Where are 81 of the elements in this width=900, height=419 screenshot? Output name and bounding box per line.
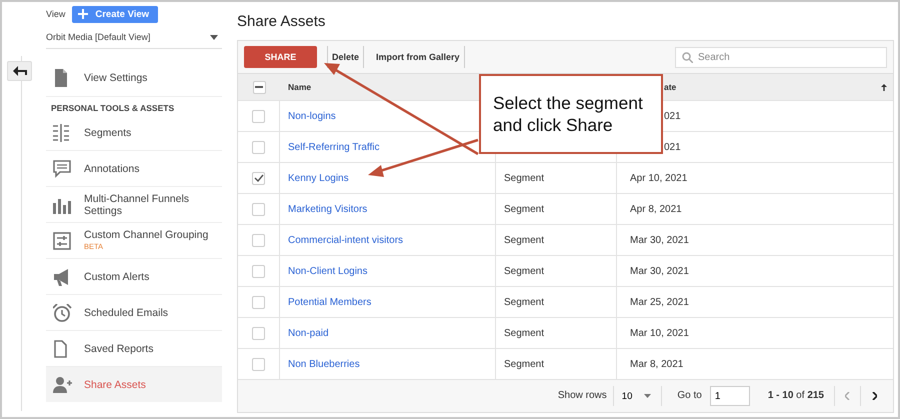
column-header[interactable]: ate [664, 82, 676, 92]
dropdown-arrow-icon [210, 34, 218, 40]
table-cell: Apr 8, 2021 [630, 204, 682, 214]
rows-dropdown[interactable]: 10 [614, 386, 662, 406]
table-cell: Apr 10, 2021 [630, 172, 688, 184]
segment-link[interactable]: Commercial-intent visitors [288, 234, 404, 246]
segment-link[interactable]: Non-Client Logins [288, 266, 368, 276]
checkbox[interactable] [252, 234, 265, 246]
back-arrow-icon [12, 66, 26, 76]
view-label: View [46, 9, 66, 19]
view-selector[interactable]: Orbit Media [Default View] [46, 26, 222, 49]
toolbar-button[interactable]: Import from Gallery [372, 46, 465, 68]
item-label: Custom Channel Grouping [84, 228, 208, 240]
chevron-left-icon [845, 392, 850, 400]
sidebar-item[interactable]: Custom Alerts [46, 259, 222, 295]
table-cell: 021 [664, 110, 681, 122]
segment-link[interactable]: Non Blueberries [288, 358, 360, 370]
checkbox[interactable] [252, 358, 265, 370]
page-title: Share Assets [237, 12, 326, 32]
item-label: View Settings [84, 72, 148, 84]
table-cell: Mar 30, 2021 [630, 266, 689, 276]
speech-bubble-icon [53, 160, 72, 178]
chevron-right-icon [872, 392, 876, 400]
alarm-clock-icon [53, 304, 72, 322]
segment-link[interactable]: Non-paid [288, 328, 329, 338]
section-heading: PERSONAL TOOLS & ASSETS [50, 102, 176, 115]
table-cell: Segment [504, 172, 544, 184]
item-label: Annotations [84, 162, 140, 174]
table-cell: 021 [664, 142, 681, 152]
search-field[interactable]: Search [675, 46, 887, 68]
plus-icon [78, 9, 88, 19]
checkbox[interactable] [252, 80, 266, 94]
dropdown-arrow-icon [644, 394, 652, 398]
sidebar-item[interactable]: Share Assets [46, 367, 222, 402]
page-input[interactable]: 1 [710, 386, 750, 406]
callout-text: Select the segment and click Share [493, 92, 644, 136]
item-label: Custom Alerts [84, 270, 150, 282]
column-header[interactable]: Name [288, 82, 312, 92]
checkbox[interactable] [252, 264, 265, 278]
table-cell: Segment [504, 234, 544, 246]
table-cell: Mar 8, 2021 [630, 358, 684, 370]
check-icon [254, 174, 264, 182]
table-cell: Segment [504, 266, 544, 276]
item-label: Multi-Channel Funnels Settings [84, 192, 190, 216]
table-cell: Mar 30, 2021 [630, 234, 689, 246]
segment-link[interactable]: Marketing Visitors [288, 204, 368, 214]
table-cell: Mar 10, 2021 [630, 328, 689, 338]
sidebar-item[interactable]: Annotations [46, 151, 222, 187]
show-rows-label: Show rows [558, 386, 614, 406]
checkbox[interactable] [252, 110, 265, 122]
page-range: 1 - 10 of 215 [750, 386, 835, 406]
add-person-icon [53, 376, 72, 394]
table-cell: Segment [504, 296, 544, 308]
item-label: Scheduled Emails [84, 306, 168, 318]
share-button[interactable]: SHARE [244, 46, 317, 68]
search-icon [682, 52, 693, 62]
sliders-icon [53, 232, 72, 250]
checkbox[interactable] [252, 326, 265, 340]
sidebar-item[interactable]: Segments [46, 115, 222, 151]
item-label: Share Assets [84, 378, 146, 390]
table-cell: Segment [504, 328, 544, 338]
checkbox[interactable] [252, 296, 265, 308]
minus-icon [255, 86, 263, 88]
checkbox[interactable] [252, 202, 265, 216]
segment-link[interactable]: Non-logins [288, 110, 336, 122]
sidebar-item[interactable]: Scheduled Emails [46, 295, 222, 331]
table-cell: Mar 25, 2021 [630, 296, 689, 308]
checkbox[interactable] [252, 140, 265, 154]
item-label: Segments [84, 126, 132, 138]
segment-link[interactable]: Self-Referring Traffic [288, 142, 380, 152]
sidebar-item[interactable]: Multi-Channel Funnels Settings [46, 187, 222, 223]
sidebar-item[interactable]: View Settings [46, 59, 222, 97]
segment-link[interactable]: Kenny Logins [288, 172, 349, 184]
go-to-label: Go to [676, 389, 703, 403]
segments-icon [53, 124, 72, 142]
back-button[interactable] [7, 61, 32, 81]
checkbox[interactable] [252, 172, 265, 184]
item-label: Saved Reports [84, 342, 154, 354]
segment-link[interactable]: Potential Members [288, 296, 372, 308]
table-cell: Segment [504, 204, 544, 214]
table-cell: Segment [504, 358, 544, 370]
